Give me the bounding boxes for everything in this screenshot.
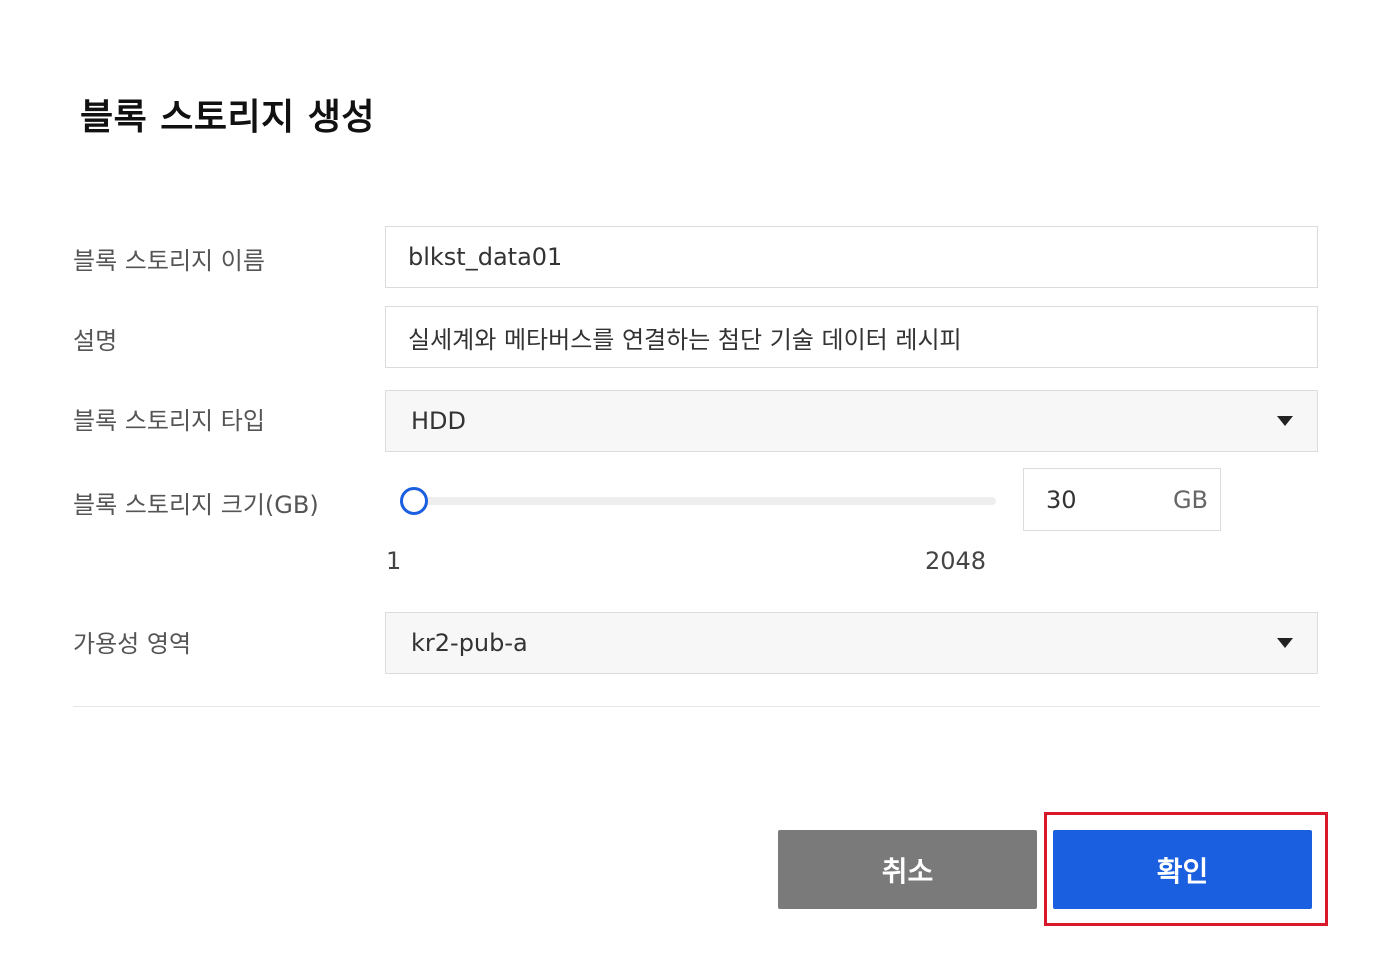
type-label: 블록 스토리지 타입 [73, 407, 265, 435]
description-input[interactable]: 실세계와 메타버스를 연결하는 첨단 기술 데이터 레시피 [385, 306, 1318, 368]
name-label: 블록 스토리지 이름 [73, 247, 265, 275]
size-label: 블록 스토리지 크기(GB) [73, 491, 319, 519]
name-input[interactable]: blkst_data01 [385, 226, 1318, 288]
caret-down-icon [1277, 416, 1293, 426]
zone-select-value: kr2-pub-a [411, 629, 528, 657]
description-label: 설명 [73, 327, 118, 355]
size-slider[interactable] [400, 487, 996, 515]
type-select-value: HDD [411, 407, 467, 435]
size-input[interactable]: 30 GB [1023, 468, 1221, 531]
size-unit-label: GB [1172, 485, 1208, 514]
size-min-label: 1 [386, 547, 402, 575]
zone-label: 가용성 영역 [73, 630, 192, 658]
description-input-value: 실세계와 메타버스를 연결하는 첨단 기술 데이터 레시피 [408, 325, 962, 354]
type-select[interactable]: HDD [385, 390, 1318, 452]
create-block-storage-dialog: 블록 스토리지 생성 블록 스토리지 이름 blkst_data01 설명 실세… [0, 0, 1389, 974]
footer-divider [73, 706, 1320, 707]
zone-select[interactable]: kr2-pub-a [385, 612, 1318, 674]
confirm-button[interactable]: 확인 [1053, 830, 1312, 909]
dialog-title: 블록 스토리지 생성 [80, 97, 376, 138]
size-input-value: 30 [1046, 485, 1077, 514]
cancel-button[interactable]: 취소 [778, 830, 1037, 909]
size-max-label: 2048 [925, 547, 987, 575]
size-slider-thumb[interactable] [400, 487, 429, 515]
name-input-value: blkst_data01 [408, 243, 563, 271]
caret-down-icon [1277, 638, 1293, 648]
